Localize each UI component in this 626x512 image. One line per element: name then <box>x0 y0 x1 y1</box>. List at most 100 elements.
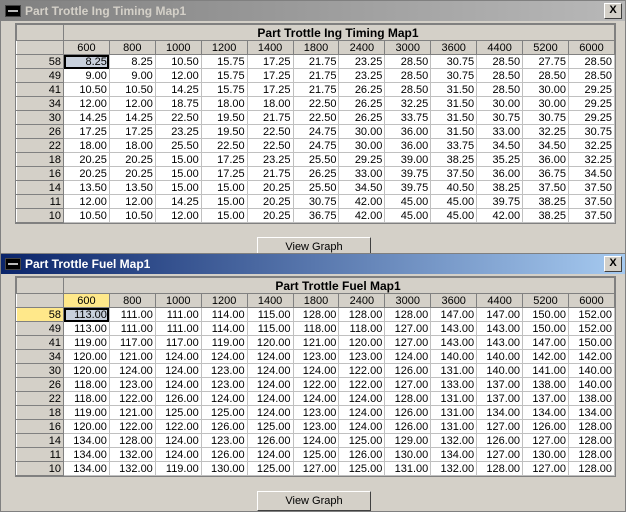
map-cell[interactable]: 13.50 <box>63 180 110 195</box>
map-cell[interactable]: 22.50 <box>293 96 340 111</box>
map-cell[interactable]: 30.75 <box>476 110 524 125</box>
map-cell[interactable]: 28.50 <box>384 54 432 69</box>
map-cell[interactable]: 141.00 <box>522 363 569 378</box>
map-cell[interactable]: 30.75 <box>430 54 478 69</box>
map-cell[interactable]: 134.00 <box>476 405 524 420</box>
map-cell[interactable]: 140.00 <box>568 363 616 378</box>
map-cell[interactable]: 28.50 <box>522 68 569 83</box>
map-cell[interactable]: 23.25 <box>338 54 386 69</box>
map-cell[interactable]: 13.50 <box>109 180 156 195</box>
map-cell[interactable]: 18.00 <box>109 138 156 153</box>
map-cell[interactable]: 15.00 <box>155 166 202 181</box>
map-cell[interactable]: 32.25 <box>384 96 432 111</box>
map-cell[interactable]: 15.75 <box>201 54 248 69</box>
map-cell[interactable]: 114.00 <box>201 321 248 336</box>
map-cell[interactable]: 37.50 <box>568 180 616 195</box>
map-cell[interactable]: 124.00 <box>247 447 294 462</box>
row-header-load[interactable]: 11 <box>16 194 64 209</box>
map-cell[interactable]: 38.25 <box>476 180 524 195</box>
map-cell[interactable]: 36.00 <box>384 124 432 139</box>
map-cell[interactable]: 22.50 <box>293 110 340 125</box>
map-cell[interactable]: 120.00 <box>247 335 294 350</box>
row-header-load[interactable]: 58 <box>16 307 64 322</box>
column-header-rpm[interactable]: 1200 <box>200 293 248 308</box>
map-cell[interactable]: 143.00 <box>430 321 478 336</box>
map-cell[interactable]: 118.00 <box>293 321 340 336</box>
map-cell[interactable]: 25.50 <box>155 138 202 153</box>
map-cell[interactable]: 132.00 <box>109 447 156 462</box>
map-cell[interactable]: 124.00 <box>247 405 294 420</box>
map-cell[interactable]: 119.00 <box>63 405 110 420</box>
map-cell[interactable]: 14.25 <box>155 82 202 97</box>
map-cell[interactable]: 143.00 <box>476 321 524 336</box>
map-cell[interactable]: 28.50 <box>476 82 524 97</box>
map-cell[interactable]: 120.00 <box>63 349 110 364</box>
map-cell[interactable]: 37.50 <box>522 180 569 195</box>
map-cell[interactable]: 126.00 <box>522 419 569 434</box>
map-cell[interactable]: 147.00 <box>476 307 524 322</box>
map-cell[interactable]: 124.00 <box>338 405 386 420</box>
map-cell[interactable]: 111.00 <box>155 307 202 322</box>
map-cell[interactable]: 132.00 <box>430 461 478 476</box>
map-cell[interactable]: 33.75 <box>384 110 432 125</box>
map-cell[interactable]: 126.00 <box>384 419 432 434</box>
map-cell[interactable]: 128.00 <box>384 391 432 406</box>
map-cell[interactable]: 38.25 <box>522 194 569 209</box>
map-cell[interactable]: 33.00 <box>338 166 386 181</box>
map-cell[interactable]: 17.25 <box>247 54 294 69</box>
map-cell[interactable]: 128.00 <box>568 419 616 434</box>
map-cell[interactable]: 120.00 <box>338 335 386 350</box>
map-cell[interactable]: 34.50 <box>522 138 569 153</box>
map-cell[interactable]: 36.00 <box>476 166 524 181</box>
map-cell[interactable]: 30.00 <box>338 138 386 153</box>
column-header-rpm[interactable]: 1000 <box>154 40 202 55</box>
map-cell[interactable]: 128.00 <box>293 307 340 322</box>
map-cell[interactable]: 12.00 <box>155 208 202 223</box>
map-cell[interactable]: 14.25 <box>109 110 156 125</box>
map-cell[interactable]: 15.00 <box>201 180 248 195</box>
map-cell[interactable]: 21.75 <box>293 82 340 97</box>
map-cell[interactable]: 9.00 <box>109 68 156 83</box>
map-cell[interactable]: 111.00 <box>155 321 202 336</box>
map-cell[interactable]: 126.00 <box>201 447 248 462</box>
map-cell[interactable]: 30.75 <box>430 68 478 83</box>
map-cell[interactable]: 123.00 <box>201 363 248 378</box>
map-cell[interactable]: 134.00 <box>63 461 110 476</box>
row-header-load[interactable]: 34 <box>16 349 64 364</box>
map-cell[interactable]: 140.00 <box>430 349 478 364</box>
map-cell[interactable]: 32.25 <box>568 138 616 153</box>
map-cell[interactable]: 115.00 <box>247 307 294 322</box>
map-cell[interactable]: 10.50 <box>109 208 156 223</box>
map-cell[interactable]: 121.00 <box>109 349 156 364</box>
map-cell[interactable]: 140.00 <box>476 349 524 364</box>
map-cell[interactable]: 125.00 <box>338 461 386 476</box>
map-cell[interactable]: 125.00 <box>247 419 294 434</box>
map-cell[interactable]: 30.00 <box>522 96 569 111</box>
map-cell[interactable]: 18.00 <box>63 138 110 153</box>
map-cell[interactable]: 111.00 <box>109 307 156 322</box>
map-cell[interactable]: 28.50 <box>384 82 432 97</box>
map-cell[interactable]: 42.00 <box>338 208 386 223</box>
map-cell[interactable]: 122.00 <box>109 419 156 434</box>
map-cell[interactable]: 36.75 <box>293 208 340 223</box>
map-cell[interactable]: 18.00 <box>247 96 294 111</box>
map-cell[interactable]: 24.75 <box>293 124 340 139</box>
map-cell[interactable]: 133.00 <box>430 377 478 392</box>
column-header-rpm[interactable]: 800 <box>108 293 156 308</box>
map-cell[interactable]: 123.00 <box>338 349 386 364</box>
map-cell[interactable]: 20.25 <box>247 194 294 209</box>
map-cell[interactable]: 29.25 <box>568 110 616 125</box>
map-cell[interactable]: 9.00 <box>63 68 110 83</box>
column-header-rpm[interactable]: 1800 <box>292 40 340 55</box>
map-cell[interactable]: 126.00 <box>155 391 202 406</box>
map-cell[interactable]: 24.75 <box>293 138 340 153</box>
map-cell[interactable]: 34.50 <box>338 180 386 195</box>
map-cell[interactable]: 23.25 <box>247 152 294 167</box>
map-cell[interactable]: 134.00 <box>522 405 569 420</box>
map-cell[interactable]: 127.00 <box>476 447 524 462</box>
map-cell[interactable]: 23.25 <box>338 68 386 83</box>
map-cell[interactable]: 143.00 <box>476 335 524 350</box>
map-cell[interactable]: 17.25 <box>247 82 294 97</box>
map-cell[interactable]: 124.00 <box>384 349 432 364</box>
map-cell[interactable]: 124.00 <box>155 349 202 364</box>
